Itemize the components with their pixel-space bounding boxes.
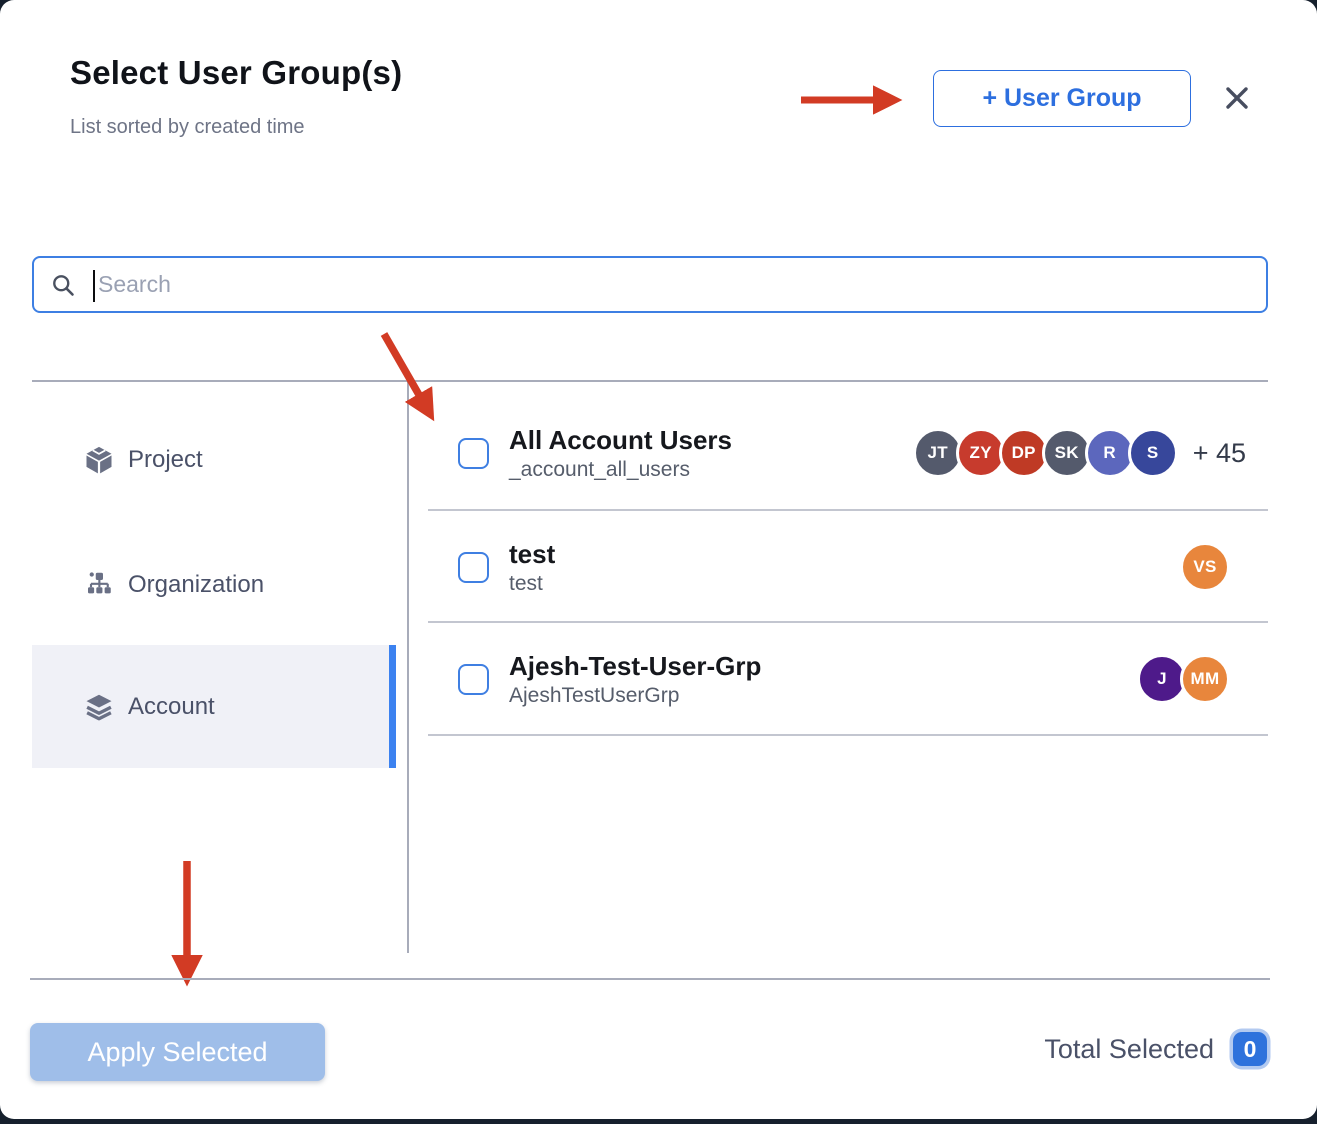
total-selected-count-badge: 0 <box>1233 1032 1267 1066</box>
text-caret <box>93 270 95 302</box>
cube-icon <box>84 445 114 475</box>
content-divider <box>32 380 1268 382</box>
group-name: All Account Users <box>509 425 732 456</box>
sort-hint-text: List sorted by created time <box>70 116 305 139</box>
avatar-group: J MM <box>1137 654 1230 704</box>
sidebar-divider <box>407 381 409 953</box>
group-name: Ajesh-Test-User-Grp <box>509 651 761 682</box>
avatar: MM <box>1180 654 1230 704</box>
sidebar-item-label: Project <box>128 446 203 474</box>
group-id: AjeshTestUserGrp <box>509 684 761 708</box>
row-separator <box>428 734 1268 736</box>
close-icon <box>1221 82 1253 114</box>
selected-tab-indicator <box>389 645 396 768</box>
search-input[interactable] <box>34 258 1266 311</box>
avatar-group: VS <box>1180 542 1230 592</box>
red-arrow-to-user-group-button <box>797 85 922 115</box>
add-user-group-button[interactable]: + User Group <box>933 70 1191 127</box>
avatar: VS <box>1180 542 1230 592</box>
close-button[interactable] <box>1219 80 1255 116</box>
group-checkbox[interactable] <box>458 438 489 469</box>
sidebar-item-organization[interactable]: Organization <box>32 548 392 622</box>
group-row-ajesh-test-user-grp[interactable]: Ajesh-Test-User-Grp AjeshTestUserGrp J M… <box>430 623 1268 735</box>
avatar-overflow-count: + 45 <box>1193 438 1246 469</box>
sidebar-item-project[interactable]: Project <box>32 423 392 497</box>
search-icon <box>50 272 77 299</box>
apply-selected-button[interactable]: Apply Selected <box>30 1023 325 1081</box>
group-checkbox[interactable] <box>458 552 489 583</box>
avatar: S <box>1128 428 1178 478</box>
group-id: test <box>509 572 555 596</box>
avatar-group: JT ZY DP SK R S <box>913 428 1178 478</box>
sidebar-item-account[interactable]: Account <box>32 645 396 768</box>
red-arrow-to-apply-button <box>160 855 214 1007</box>
sidebar-item-label: Organization <box>128 571 264 599</box>
org-chart-icon <box>84 570 114 600</box>
sidebar-item-label: Account <box>128 693 215 721</box>
select-user-group-modal: Select User Group(s) List sorted by crea… <box>0 0 1317 1119</box>
group-id: _account_all_users <box>509 458 732 482</box>
search-box <box>32 256 1268 313</box>
footer-divider <box>30 978 1270 980</box>
total-selected-label: Total Selected <box>1044 1034 1214 1065</box>
group-row-test[interactable]: test test VS <box>430 511 1268 623</box>
group-name: test <box>509 539 555 570</box>
total-selected: Total Selected 0 <box>1044 1032 1267 1066</box>
group-row-all-account-users[interactable]: All Account Users _account_all_users JT … <box>430 397 1268 509</box>
group-checkbox[interactable] <box>458 664 489 695</box>
layers-icon <box>84 692 114 722</box>
page-title: Select User Group(s) <box>70 54 402 92</box>
